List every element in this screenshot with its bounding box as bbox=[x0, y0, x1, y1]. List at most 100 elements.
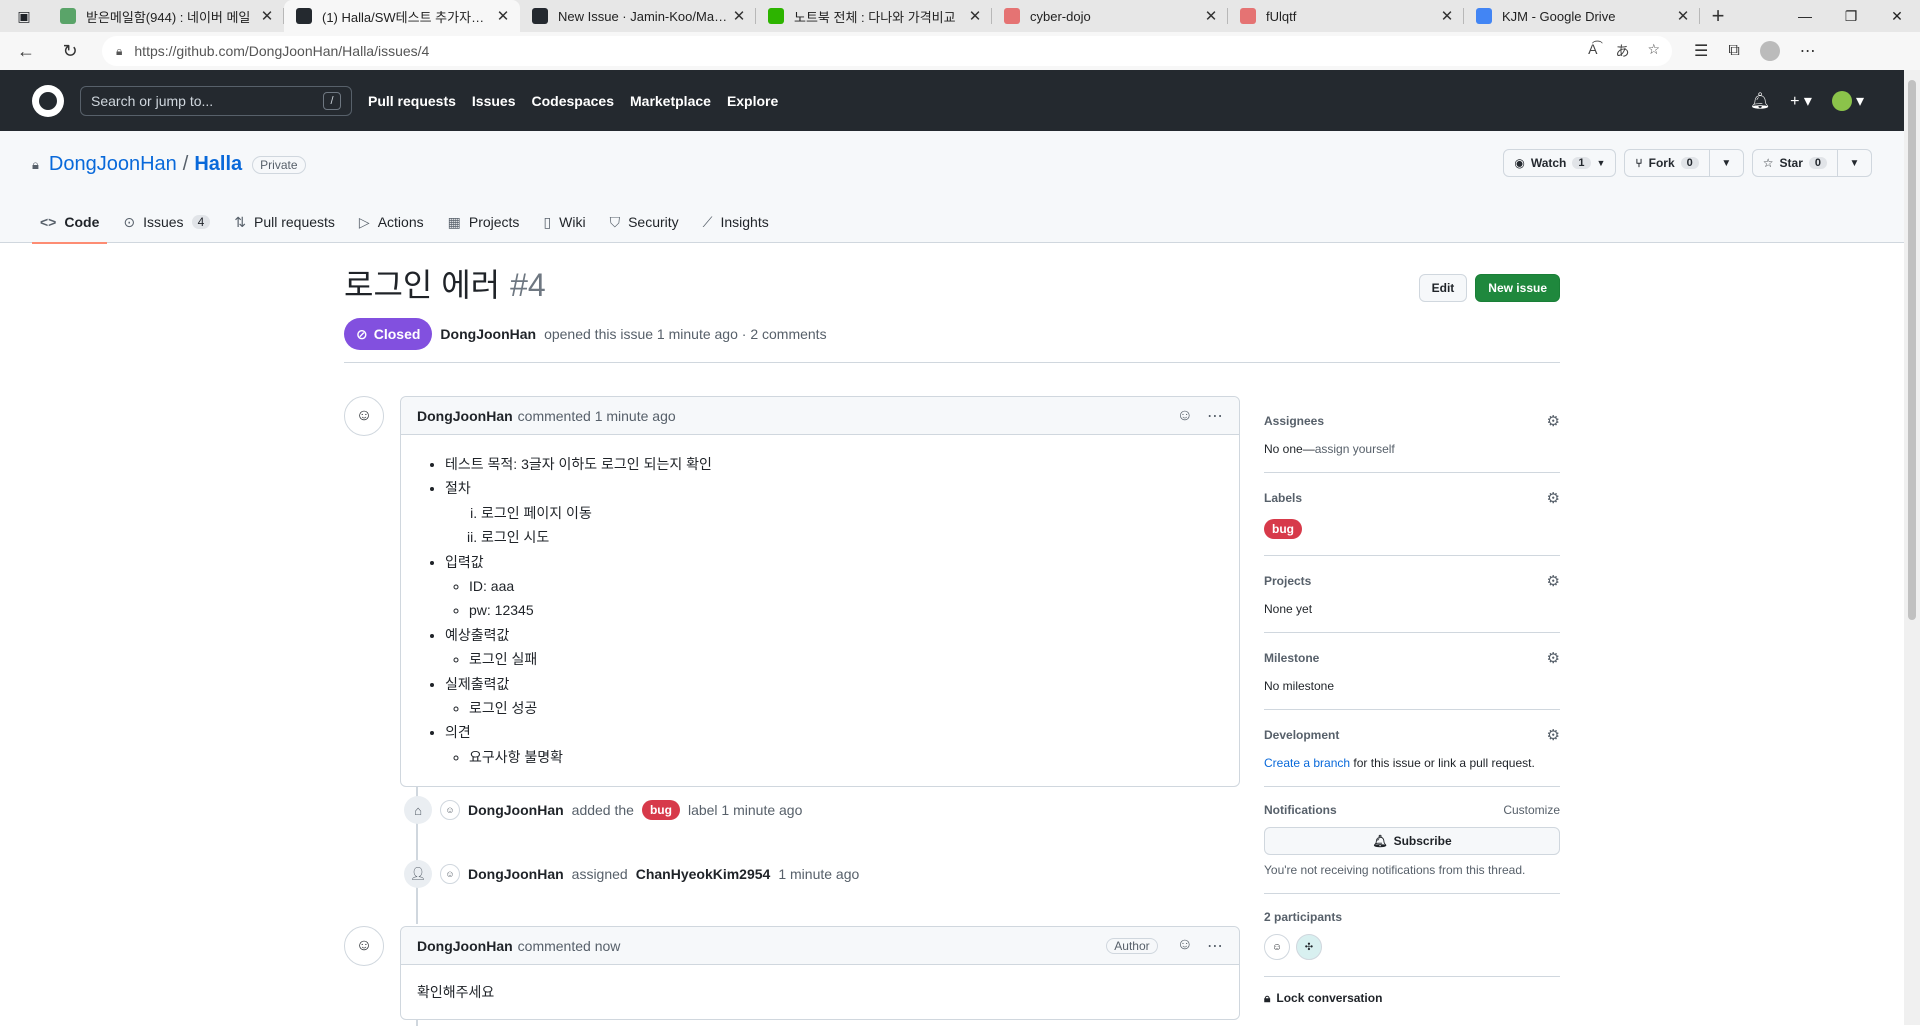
tab-projects[interactable]: ▦ Projects bbox=[440, 201, 528, 243]
top-nav-codespaces[interactable]: Codespaces bbox=[532, 93, 614, 109]
minimize-icon[interactable]: — bbox=[1782, 0, 1828, 32]
avatar[interactable]: ☺ bbox=[344, 396, 384, 436]
read-aloud-icon[interactable]: A͡ bbox=[1588, 41, 1597, 61]
tab-insights[interactable]: ⟋ Insights bbox=[695, 201, 777, 243]
tab-actions-icon[interactable]: ▣ bbox=[0, 0, 48, 32]
browser-tab[interactable]: cyber-dojo ✕ bbox=[992, 0, 1228, 32]
notifications-icon[interactable]: 🔔︎ bbox=[1750, 91, 1770, 111]
list-item: 로그인 시도 bbox=[481, 526, 1223, 548]
page-scrollbar[interactable] bbox=[1904, 70, 1920, 1025]
back-icon[interactable]: ← bbox=[8, 35, 44, 67]
new-issue-button[interactable]: New issue bbox=[1475, 274, 1560, 302]
tab-issues[interactable]: ⊙ Issues 4 bbox=[115, 201, 218, 243]
divider bbox=[344, 362, 1560, 363]
gear-icon[interactable]: ⚙ bbox=[1547, 649, 1560, 667]
user-avatar[interactable]: ▾ bbox=[1831, 90, 1864, 111]
close-tab-icon[interactable]: ✕ bbox=[1674, 7, 1692, 25]
fork-button[interactable]: ⑂ Fork 0 ▼ bbox=[1624, 149, 1744, 177]
assignees-section: Assignees ⚙ No one—assign yourself bbox=[1264, 396, 1560, 473]
collections-icon[interactable]: ⧉ bbox=[1728, 42, 1739, 60]
customize-link[interactable]: Customize bbox=[1503, 803, 1560, 817]
close-tab-icon[interactable]: ✕ bbox=[966, 7, 984, 25]
refresh-icon[interactable]: ↻ bbox=[52, 35, 88, 67]
repo-name-link[interactable]: Halla bbox=[194, 153, 242, 176]
close-tab-icon[interactable]: ✕ bbox=[494, 7, 512, 25]
avatar[interactable]: ☺ bbox=[344, 926, 384, 966]
gear-icon[interactable]: ⚙ bbox=[1547, 572, 1560, 590]
gear-icon[interactable]: ⚙ bbox=[1547, 412, 1560, 430]
event-actor-link[interactable]: DongJoonHan bbox=[468, 866, 564, 882]
top-nav-explore[interactable]: Explore bbox=[727, 93, 778, 109]
comment-author-link[interactable]: DongJoonHan bbox=[417, 408, 513, 424]
gear-icon[interactable]: ⚙ bbox=[1547, 726, 1560, 744]
tab-pull-requests[interactable]: ⇅ Pull requests bbox=[226, 201, 343, 243]
more-options-icon[interactable]: ⋯ bbox=[1207, 406, 1223, 426]
browser-tab[interactable]: New Issue · Jamin-Koo/Mando ✕ bbox=[520, 0, 756, 32]
search-input[interactable]: Search or jump to... / bbox=[80, 85, 352, 116]
subscribe-button[interactable]: 🔔︎ Subscribe bbox=[1264, 827, 1560, 855]
close-tab-icon[interactable]: ✕ bbox=[1438, 7, 1456, 25]
top-nav-pull-requests[interactable]: Pull requests bbox=[368, 93, 456, 109]
close-tab-icon[interactable]: ✕ bbox=[730, 7, 748, 25]
lock-conversation-link[interactable]: 🔒︎ Lock conversation bbox=[1264, 977, 1560, 1020]
top-nav-issues[interactable]: Issues bbox=[472, 93, 516, 109]
browser-tab[interactable]: fUlqtf ✕ bbox=[1228, 0, 1464, 32]
avatar[interactable]: ☺ bbox=[440, 864, 460, 884]
watch-button[interactable]: ◉ Watch 1 ▼ bbox=[1503, 149, 1617, 177]
edit-button[interactable]: Edit bbox=[1418, 274, 1468, 302]
tab-title: 받은메일함(944) : 네이버 메일 bbox=[86, 9, 251, 25]
smiley-icon[interactable]: ☺ bbox=[1177, 936, 1193, 956]
tab-actions[interactable]: ▷ Actions bbox=[351, 201, 432, 243]
tab-code[interactable]: <> Code bbox=[32, 201, 108, 244]
profile-icon[interactable] bbox=[1759, 41, 1780, 61]
timeline-line bbox=[416, 764, 418, 924]
browser-tab[interactable]: KJM - Google Drive ✕ bbox=[1464, 0, 1700, 32]
event-actor-link[interactable]: DongJoonHan bbox=[468, 802, 564, 818]
gear-icon[interactable]: ⚙ bbox=[1547, 489, 1560, 507]
issue-sidebar: Assignees ⚙ No one—assign yourself Labels… bbox=[1264, 396, 1560, 1020]
section-heading: Notifications bbox=[1264, 803, 1337, 817]
bug-label[interactable]: bug bbox=[1264, 519, 1302, 539]
browser-tab[interactable]: (1) Halla/SW테스트 추가자료.pdf ✕ bbox=[284, 0, 520, 32]
close-window-icon[interactable]: ✕ bbox=[1874, 0, 1920, 32]
browser-tab[interactable]: 노트북 전체 : 다나와 가격비교 ✕ bbox=[756, 0, 992, 32]
bug-label[interactable]: bug bbox=[641, 800, 680, 820]
close-tab-icon[interactable]: ✕ bbox=[1202, 7, 1220, 25]
close-tab-icon[interactable]: ✕ bbox=[258, 7, 276, 25]
more-options-icon[interactable]: ⋯ bbox=[1207, 936, 1223, 956]
url-field[interactable]: 🔒︎ https://github.com/DongJoonHan/Halla/… bbox=[102, 36, 1672, 66]
browser-tab[interactable]: 받은메일함(944) : 네이버 메일 ✕ bbox=[48, 0, 284, 32]
fork-dropdown-icon[interactable]: ▼ bbox=[1708, 150, 1743, 176]
tab-security[interactable]: ⛉ Security bbox=[602, 201, 687, 243]
projects-value: None yet bbox=[1264, 602, 1313, 616]
watch-count: 1 bbox=[1572, 157, 1591, 169]
new-tab-button[interactable]: + bbox=[1700, 0, 1736, 32]
star-dropdown-icon[interactable]: ▼ bbox=[1837, 150, 1871, 176]
security-icon: ⛉ bbox=[609, 213, 621, 230]
section-heading: Milestone bbox=[1264, 651, 1320, 665]
create-new-icon[interactable]: + ▾ bbox=[1790, 91, 1812, 111]
tab-title: fUlqtf bbox=[1266, 8, 1297, 24]
favorite-icon[interactable]: ☆ bbox=[1647, 41, 1660, 61]
issue-author-link[interactable]: DongJoonHan bbox=[440, 326, 536, 342]
repo-owner-link[interactable]: DongJoonHan bbox=[49, 153, 177, 176]
more-icon[interactable]: ⋯ bbox=[1800, 41, 1816, 61]
favorites-icon[interactable]: ☰ bbox=[1694, 41, 1708, 61]
translate-icon[interactable]: あ bbox=[1615, 41, 1629, 61]
avatar[interactable]: ☺ bbox=[440, 800, 460, 820]
assignee-link[interactable]: ChanHyeokKim2954 bbox=[636, 866, 771, 882]
tab-wiki[interactable]: ▯ Wiki bbox=[535, 201, 593, 243]
restore-icon[interactable]: ❐ bbox=[1828, 0, 1874, 32]
watch-label: Watch bbox=[1530, 156, 1567, 170]
create-branch-link[interactable]: Create a branch bbox=[1264, 756, 1350, 770]
star-button[interactable]: ☆ Star 0 ▼ bbox=[1751, 149, 1872, 177]
list-item: 요구사항 불명확 bbox=[469, 746, 1223, 768]
section-heading: Assignees bbox=[1264, 414, 1325, 428]
smiley-icon[interactable]: ☺ bbox=[1177, 407, 1193, 425]
avatar[interactable]: ☺ bbox=[1264, 934, 1290, 960]
comment-author-link[interactable]: DongJoonHan bbox=[417, 938, 513, 954]
top-nav-marketplace[interactable]: Marketplace bbox=[630, 93, 711, 109]
github-logo-icon[interactable] bbox=[32, 84, 64, 117]
avatar[interactable]: ✣ bbox=[1296, 934, 1322, 960]
assign-yourself-link[interactable]: assign yourself bbox=[1315, 442, 1395, 456]
